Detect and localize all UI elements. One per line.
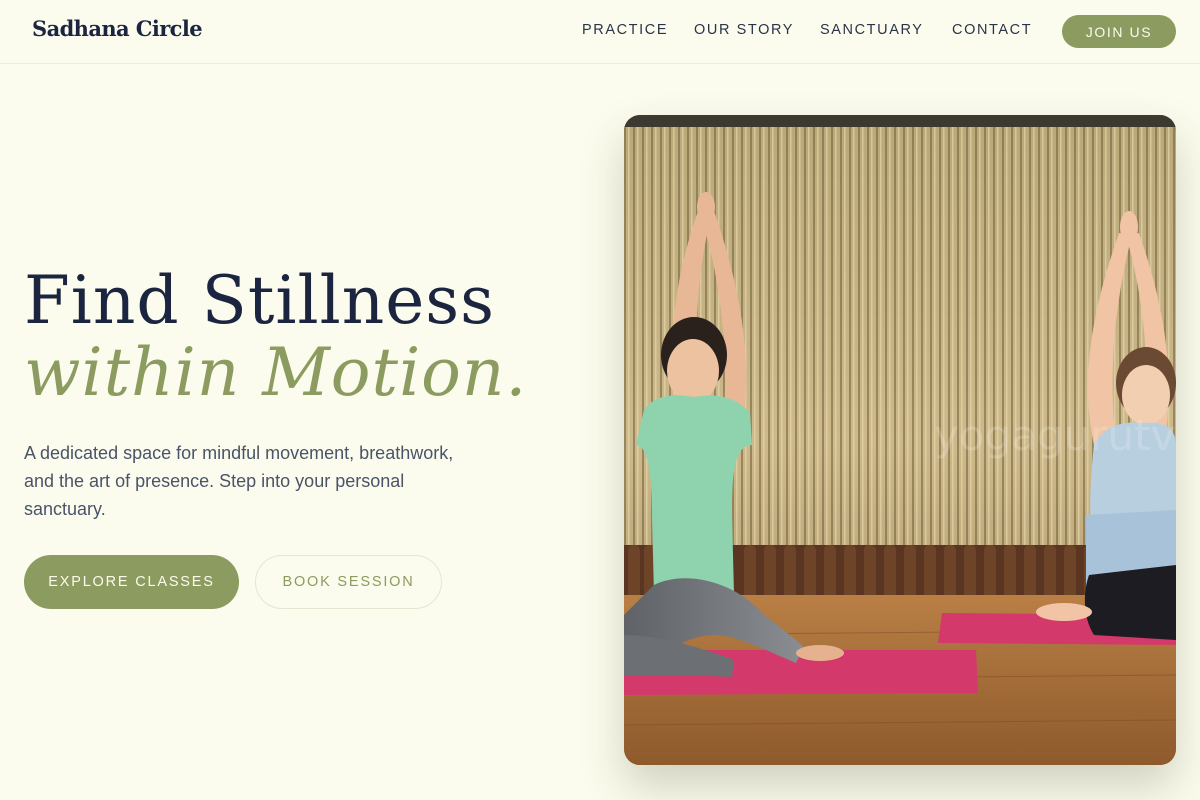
book-session-button[interactable]: BOOK SESSION [255,555,442,609]
hero-title-line1: Find Stillness [24,262,496,339]
hero-description: A dedicated space for mindful movement, … [24,443,454,519]
nav-link-sanctuary[interactable]: SANCTUARY [820,22,924,38]
image-watermark: yogagurutvork [934,411,1176,460]
hero-image-yoga: yogagurutvork [624,115,1176,765]
explore-classes-button[interactable]: EXPLORE CLASSES [24,555,239,609]
join-us-button[interactable]: JOIN US [1062,15,1176,48]
nav-link-our-story[interactable]: OUR STORY [694,22,794,38]
hero-title: Find Stillness within Motion. [24,268,584,406]
site-header: Sadhana Circle PRACTICE OUR STORY SANCTU… [0,0,1200,64]
nav-link-contact[interactable]: CONTACT [952,22,1032,38]
main-nav: PRACTICE OUR STORY SANCTUARY CONTACT [0,22,1200,42]
nav-link-practice[interactable]: PRACTICE [582,22,668,38]
hero-title-line2: within Motion. [24,334,528,411]
yoga-photo-illustration: yogagurutvork [624,115,1176,765]
